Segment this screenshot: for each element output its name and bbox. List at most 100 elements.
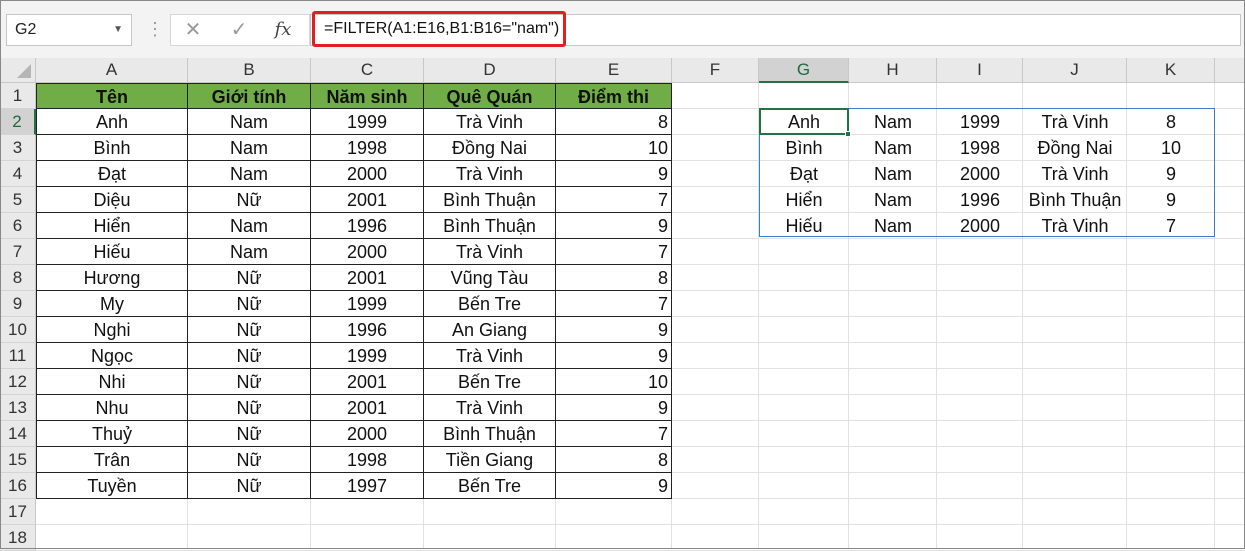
table-cell[interactable]: Bình Thuận <box>424 213 556 239</box>
table-cell[interactable]: Nữ <box>188 187 311 213</box>
table-cell[interactable]: 7 <box>556 187 672 213</box>
table-cell[interactable]: 1998 <box>311 447 424 473</box>
table-cell[interactable]: Nhu <box>36 395 188 421</box>
name-box[interactable]: G2 ▼ <box>6 14 132 46</box>
table-cell[interactable]: Trà Vinh <box>424 239 556 265</box>
enter-icon[interactable]: ✓ <box>219 15 259 45</box>
row-header-2[interactable]: 2 <box>0 109 36 135</box>
table-cell[interactable]: Diệu <box>36 187 188 213</box>
table-cell[interactable]: Bình Thuận <box>424 421 556 447</box>
table-header-cell[interactable]: Giới tính <box>188 83 311 109</box>
table-cell[interactable]: Trà Vinh <box>424 109 556 135</box>
table-cell[interactable]: 8 <box>556 447 672 473</box>
row-header-9[interactable]: 9 <box>0 291 36 317</box>
table-cell[interactable]: 9 <box>556 213 672 239</box>
column-header-d[interactable]: D <box>424 58 556 83</box>
table-cell[interactable]: Đồng Nai <box>424 135 556 161</box>
table-cell[interactable]: Nghi <box>36 317 188 343</box>
table-cell[interactable]: Hương <box>36 265 188 291</box>
table-cell[interactable]: 7 <box>556 291 672 317</box>
table-cell[interactable]: Nữ <box>188 343 311 369</box>
table-cell[interactable]: 9 <box>556 473 672 499</box>
table-cell[interactable]: Vũng Tàu <box>424 265 556 291</box>
table-cell[interactable]: Trà Vinh <box>424 161 556 187</box>
table-cell[interactable]: Nữ <box>188 265 311 291</box>
column-header-h[interactable]: H <box>849 58 937 83</box>
table-cell[interactable]: Bến Tre <box>424 291 556 317</box>
table-cell[interactable]: Trà Vinh <box>424 395 556 421</box>
table-cell[interactable]: 7 <box>556 421 672 447</box>
table-cell[interactable]: 9 <box>556 317 672 343</box>
column-header-i[interactable]: I <box>937 58 1023 83</box>
row-header-1[interactable]: 1 <box>0 83 36 109</box>
column-header-k[interactable]: K <box>1127 58 1215 83</box>
row-header-14[interactable]: 14 <box>0 421 36 447</box>
table-cell[interactable]: Anh <box>36 109 188 135</box>
table-cell[interactable]: 1999 <box>311 109 424 135</box>
table-cell[interactable]: Nữ <box>188 447 311 473</box>
table-cell[interactable]: Thuỷ <box>36 421 188 447</box>
table-cell[interactable]: Ngọc <box>36 343 188 369</box>
table-cell[interactable]: Nữ <box>188 317 311 343</box>
table-cell[interactable]: 9 <box>556 343 672 369</box>
table-cell[interactable]: 9 <box>556 395 672 421</box>
table-cell[interactable]: 10 <box>556 135 672 161</box>
table-cell[interactable]: Nam <box>188 213 311 239</box>
table-cell[interactable]: Nữ <box>188 473 311 499</box>
row-header-11[interactable]: 11 <box>0 343 36 369</box>
table-cell[interactable]: An Giang <box>424 317 556 343</box>
row-header-4[interactable]: 4 <box>0 161 36 187</box>
row-header-16[interactable]: 16 <box>0 473 36 499</box>
table-cell[interactable]: 1999 <box>311 291 424 317</box>
table-cell[interactable]: 10 <box>556 369 672 395</box>
table-cell[interactable]: Tuyền <box>36 473 188 499</box>
table-cell[interactable]: 2000 <box>311 239 424 265</box>
table-cell[interactable]: Nam <box>188 109 311 135</box>
table-cell[interactable]: Trân <box>36 447 188 473</box>
fill-handle[interactable] <box>845 131 851 137</box>
table-cell[interactable]: 2001 <box>311 395 424 421</box>
table-cell[interactable]: 1996 <box>311 213 424 239</box>
table-cell[interactable]: Hiển <box>36 213 188 239</box>
formula-highlight[interactable]: =FILTER(A1:E16,B1:B16="nam") <box>312 11 566 47</box>
column-header-c[interactable]: C <box>311 58 424 83</box>
row-header-10[interactable]: 10 <box>0 317 36 343</box>
table-cell[interactable]: Bến Tre <box>424 473 556 499</box>
table-cell[interactable]: Nhi <box>36 369 188 395</box>
table-cell[interactable]: 8 <box>556 109 672 135</box>
table-header-cell[interactable]: Quê Quán <box>424 83 556 109</box>
row-header-6[interactable]: 6 <box>0 213 36 239</box>
table-cell[interactable]: Bình Thuận <box>424 187 556 213</box>
table-cell[interactable]: 2001 <box>311 369 424 395</box>
row-header-15[interactable]: 15 <box>0 447 36 473</box>
table-cell[interactable]: Nam <box>188 161 311 187</box>
table-cell[interactable]: Nam <box>188 239 311 265</box>
table-cell[interactable]: Nữ <box>188 395 311 421</box>
column-header-j[interactable]: J <box>1023 58 1127 83</box>
row-header-13[interactable]: 13 <box>0 395 36 421</box>
table-cell[interactable]: 7 <box>556 239 672 265</box>
table-cell[interactable]: 2001 <box>311 187 424 213</box>
table-cell[interactable]: Hiếu <box>36 239 188 265</box>
table-cell[interactable]: Nam <box>188 135 311 161</box>
table-cell[interactable]: 1999 <box>311 343 424 369</box>
row-header-12[interactable]: 12 <box>0 369 36 395</box>
column-header-f[interactable]: F <box>672 58 759 83</box>
column-header-a[interactable]: A <box>36 58 188 83</box>
row-header-3[interactable]: 3 <box>0 135 36 161</box>
table-cell[interactable]: Nữ <box>188 291 311 317</box>
table-cell[interactable]: Nữ <box>188 369 311 395</box>
select-all-corner[interactable] <box>0 58 36 83</box>
table-header-cell[interactable]: Điểm thi <box>556 83 672 109</box>
table-cell[interactable]: 2000 <box>311 421 424 447</box>
row-header-8[interactable]: 8 <box>0 265 36 291</box>
chevron-down-icon[interactable]: ▼ <box>113 15 123 45</box>
table-cell[interactable]: 1996 <box>311 317 424 343</box>
column-header-g[interactable]: G <box>759 58 849 83</box>
row-header-5[interactable]: 5 <box>0 187 36 213</box>
row-header-18[interactable]: 18 <box>0 525 36 551</box>
active-cell-border[interactable] <box>759 108 849 135</box>
column-header-e[interactable]: E <box>556 58 672 83</box>
table-cell[interactable]: Bến Tre <box>424 369 556 395</box>
table-cell[interactable]: Đạt <box>36 161 188 187</box>
